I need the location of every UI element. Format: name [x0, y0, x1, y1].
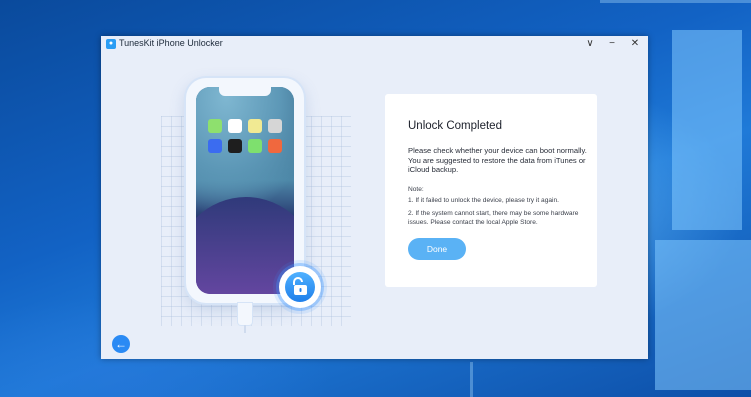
note-label: Note:	[408, 186, 424, 193]
collapse-button[interactable]: ∨	[583, 37, 597, 51]
app-tile	[228, 139, 242, 153]
usb-cable-icon	[238, 303, 252, 325]
phone-screen	[196, 87, 294, 294]
desktop-light-ray	[470, 362, 473, 397]
unlock-icon	[279, 266, 321, 308]
desktop-logo-pane	[655, 240, 751, 390]
app-logo-icon: ●	[106, 39, 116, 49]
done-button[interactable]: Done	[408, 238, 466, 260]
usb-cable-wire	[244, 325, 246, 333]
phone-notch	[219, 87, 271, 96]
app-tile	[248, 119, 262, 133]
note-item: 2. If the system cannot start, there may…	[408, 210, 579, 226]
desktop-light-ray	[600, 0, 751, 3]
app-tile	[268, 139, 282, 153]
app-tile	[208, 139, 222, 153]
panel-title: Unlock Completed	[408, 120, 502, 132]
app-window: ● TunesKit iPhone Unlocker ∨ − ✕ ← Unloc…	[101, 36, 648, 359]
title-bar: ● TunesKit iPhone Unlocker ∨ − ✕	[101, 36, 648, 52]
close-button[interactable]: ✕	[628, 37, 642, 51]
unlock-icon-circle	[285, 272, 315, 302]
note-item: 1. If it failed to unlock the device, pl…	[408, 197, 560, 204]
result-panel: Unlock Completed Please check whether yo…	[385, 94, 597, 287]
app-tile	[268, 119, 282, 133]
panel-description: Please check whether your device can boo…	[408, 146, 587, 175]
back-button[interactable]: ←	[112, 335, 130, 353]
padlock-open-icon	[293, 277, 307, 295]
app-tile	[248, 139, 262, 153]
back-arrow-icon: ←	[115, 337, 127, 351]
phone-illustration	[186, 78, 304, 303]
desktop-logo-pane	[672, 30, 742, 230]
minimize-button[interactable]: −	[605, 37, 619, 51]
app-tile	[208, 119, 222, 133]
window-title: TunesKit iPhone Unlocker	[119, 38, 223, 48]
app-tile	[228, 119, 242, 133]
